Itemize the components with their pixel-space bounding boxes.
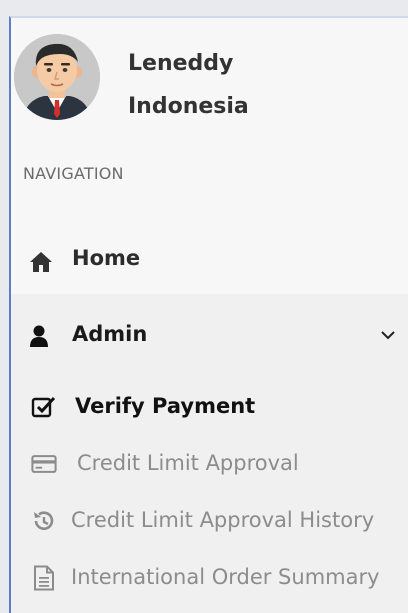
avatar[interactable]	[14, 34, 100, 120]
chevron-down-icon[interactable]	[380, 328, 396, 342]
submenu-item-verify-payment[interactable]: Verify Payment	[11, 382, 408, 432]
user-name-line1: Leneddy	[128, 51, 234, 76]
nav-item-admin-label: Admin	[72, 322, 148, 346]
submenu-item-international-order-summary-label: International Order Summary	[71, 565, 380, 589]
avatar-illustration-icon	[14, 34, 100, 120]
user-profile: Leneddy Indonesia	[11, 18, 408, 138]
submenu-item-credit-limit-approval-label: Credit Limit Approval	[77, 451, 299, 475]
user-name-line2: Indonesia	[128, 94, 249, 119]
submenu-item-verify-payment-label: Verify Payment	[75, 394, 256, 418]
nav-item-home-label: Home	[72, 246, 141, 270]
user-name: Leneddy Indonesia	[128, 42, 249, 128]
submenu-item-credit-limit-approval[interactable]: Credit Limit Approval	[11, 439, 408, 489]
nav-item-admin[interactable]: Admin	[11, 302, 408, 370]
submenu-item-credit-limit-approval-history[interactable]: Credit Limit Approval History	[11, 496, 408, 546]
user-icon	[28, 324, 50, 348]
submenu-item-international-order-summary[interactable]: International Order Summary	[11, 553, 408, 603]
checkbox-checked-icon	[31, 394, 57, 420]
credit-card-icon	[31, 451, 57, 477]
history-icon	[31, 508, 57, 534]
app-frame: Leneddy Indonesia NAVIGATION Home Admin	[0, 0, 408, 613]
document-icon	[31, 565, 57, 591]
nav-item-home[interactable]: Home	[11, 230, 408, 294]
home-icon	[28, 249, 54, 275]
sidebar: Leneddy Indonesia NAVIGATION Home Admin	[9, 16, 408, 613]
submenu-item-credit-limit-approval-history-label: Credit Limit Approval History	[71, 508, 375, 532]
navigation-header: NAVIGATION	[23, 164, 124, 183]
